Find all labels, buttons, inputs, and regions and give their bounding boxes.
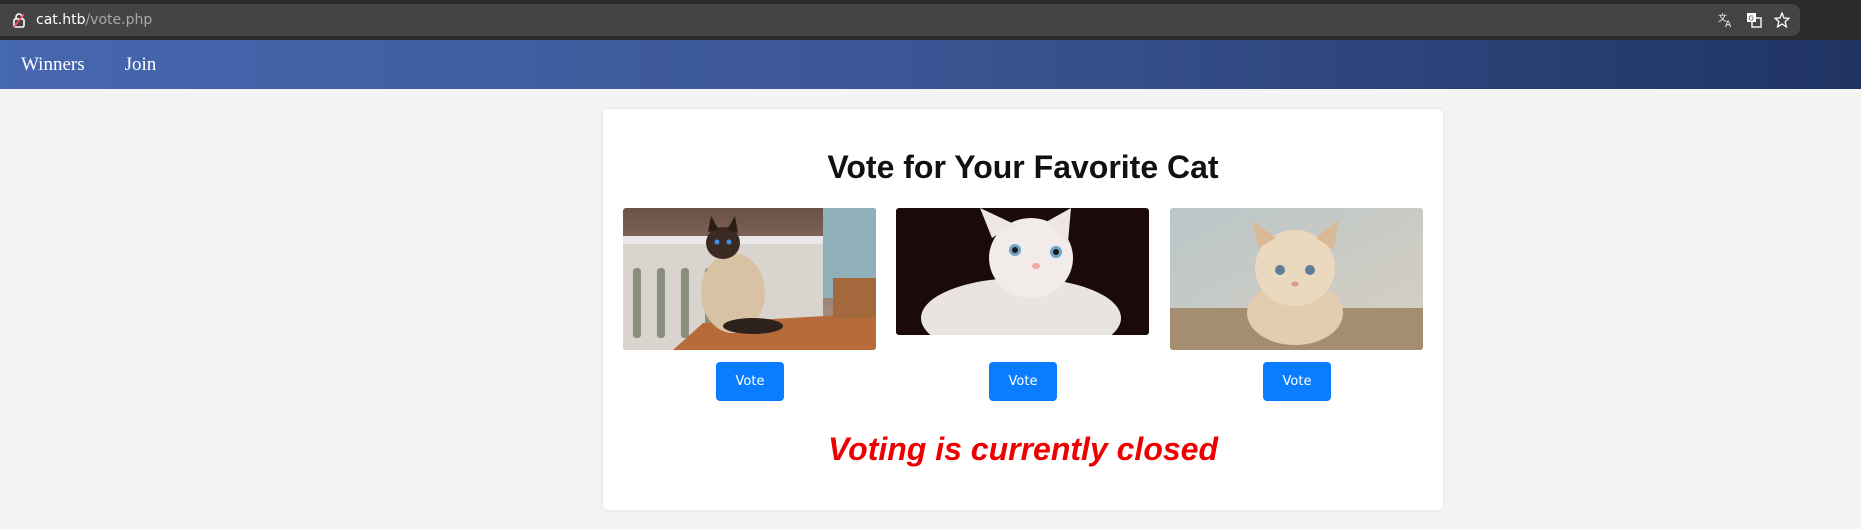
- vote-button-cat-3[interactable]: Vote: [1263, 362, 1331, 401]
- svg-text:G: G: [1749, 15, 1754, 23]
- browser-toolbar: cat.htb/vote.php 文 A G: [0, 0, 1861, 40]
- translate-icon[interactable]: 文 A: [1716, 10, 1736, 30]
- url-text[interactable]: cat.htb/vote.php: [36, 12, 152, 28]
- voting-status-message: Voting is currently closed: [827, 431, 1218, 467]
- cat-image-fluffy-kitten: [1170, 208, 1423, 350]
- lock-icon[interactable]: [10, 11, 28, 29]
- svg-text:A: A: [1725, 20, 1732, 28]
- url-host: cat.htb: [36, 12, 86, 28]
- page-translate-icon[interactable]: G: [1744, 10, 1764, 30]
- page-title: Vote for Your Favorite Cat: [827, 149, 1219, 185]
- url-path: /vote.php: [85, 12, 153, 28]
- bookmark-star-icon[interactable]: [1772, 10, 1792, 30]
- site-navbar: Winners Join: [0, 40, 1861, 89]
- vote-button-cat-1[interactable]: Vote: [716, 362, 784, 401]
- cat-image-siamese: [623, 208, 876, 350]
- vote-card: Vote for Your Favorite Cat Vote Vote Vot…: [603, 109, 1443, 510]
- nav-link-winners[interactable]: Winners: [21, 54, 85, 76]
- address-bar[interactable]: cat.htb/vote.php 文 A G: [0, 4, 1800, 36]
- vote-button-cat-2[interactable]: Vote: [989, 362, 1057, 401]
- nav-link-join[interactable]: Join: [125, 54, 157, 76]
- cat-image-white-kitten: [896, 208, 1149, 335]
